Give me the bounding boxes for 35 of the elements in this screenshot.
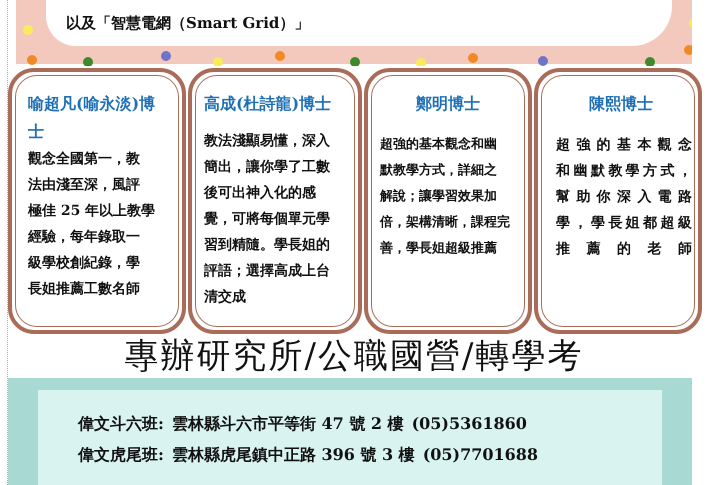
branch-phone: (05)7701688	[422, 444, 538, 466]
description-line: 超強的基本觀念和幽	[380, 136, 497, 154]
description-line: 觀念全國第一，教	[28, 150, 140, 169]
description-line: 倍，架構清晰，課程完	[380, 214, 510, 232]
description-line: 教法淺顯易懂，深入	[204, 132, 330, 151]
description-line: 習到精隨。學長姐的	[204, 236, 330, 255]
banner-text: 以及「智慧電網（Smart Grid）」	[66, 14, 310, 32]
description-line: 級學校創紀錄，學	[28, 254, 140, 273]
description-line: 和幽默教學方式，	[556, 162, 692, 181]
description-line: 清交成	[204, 288, 246, 307]
teacher-name: 喻超凡(喻永淡)博士	[28, 92, 156, 143]
branch-name: 偉文虎尾班:	[78, 444, 164, 466]
description-line: 默教學方式，詳細之	[380, 162, 497, 180]
description-line: 評語；選擇高成上台	[204, 262, 330, 281]
description-line: 簡出，讓你學了工數	[204, 158, 330, 177]
branch-address: 雲林縣虎尾鎮中正路 396 號 3 樓	[172, 444, 415, 466]
description-line: 解說；讓學習效果加	[380, 188, 497, 206]
branch-address: 雲林縣斗六市平等街 47 號 2 樓	[172, 414, 404, 435]
description-line: 推薦的老師	[556, 240, 692, 259]
description-line: 經驗，每年錄取一	[28, 228, 140, 247]
headline: 專辦研究所/公職國營/轉學考	[124, 334, 584, 378]
branch-name: 偉文斗六班:	[78, 414, 164, 435]
teacher-name: 高成(杜詩龍)博士	[204, 92, 332, 115]
description-line: 超強的基本觀念	[556, 136, 692, 155]
description-line: 善，學長姐超級推薦	[380, 240, 497, 258]
description-line: 後可出神入化的感	[204, 184, 316, 203]
description-line: 幫助你深入電路	[556, 188, 692, 207]
description-line: 學，學長姐都超級	[556, 214, 692, 233]
description-line: 極佳 25 年以上教學	[28, 202, 156, 221]
description-line: 覺，可將每個單元學	[204, 210, 330, 229]
teacher-name: 陳熙博士	[588, 92, 654, 115]
description-line: 法由淺至深，風評	[28, 176, 140, 195]
teacher-name: 鄭明博士	[415, 92, 481, 115]
description-line: 長姐推薦工數名師	[28, 280, 140, 299]
branch-phone: (05)5361860	[412, 414, 527, 435]
